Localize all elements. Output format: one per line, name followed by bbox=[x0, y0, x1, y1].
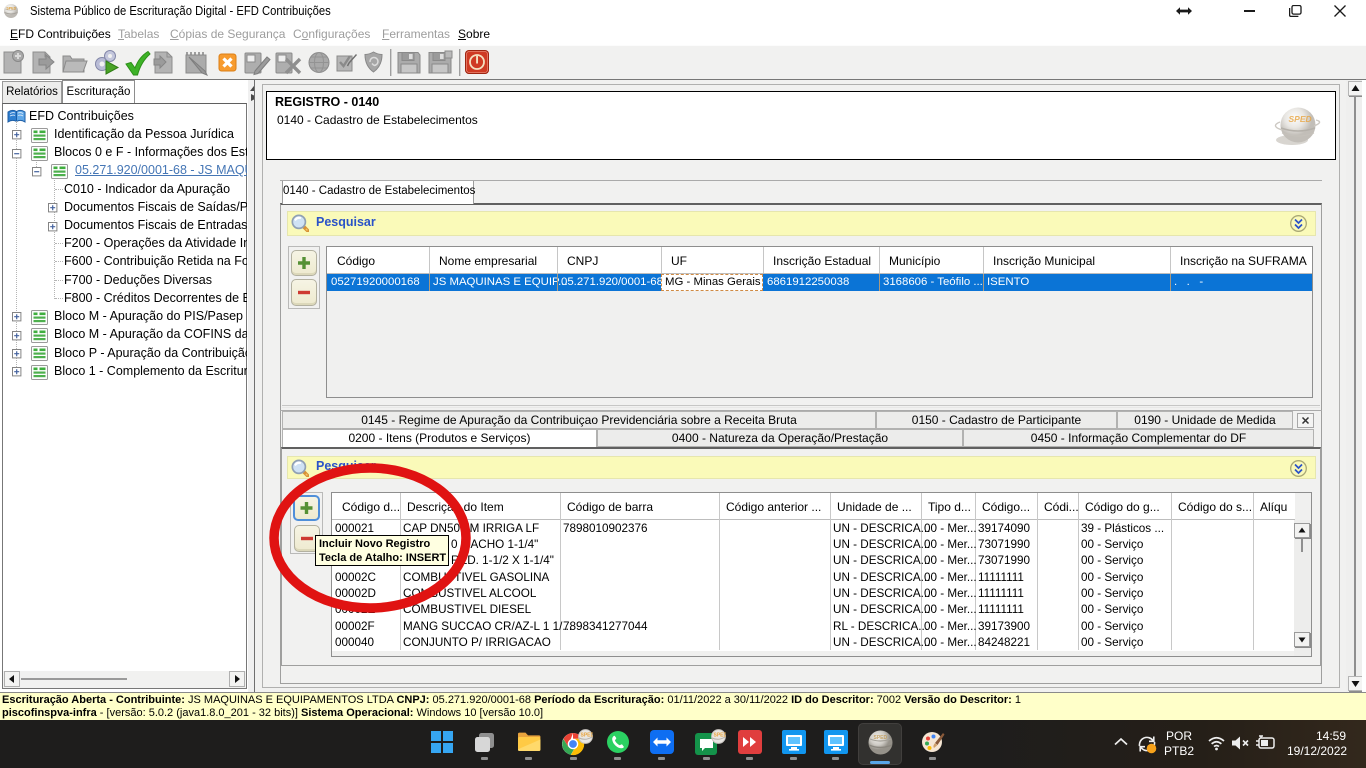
svg-text:SPED: SPED bbox=[581, 733, 594, 739]
svg-text:SPED: SPED bbox=[874, 735, 888, 741]
svg-text:SPED: SPED bbox=[6, 7, 16, 11]
svg-text:SPED: SPED bbox=[1289, 114, 1312, 124]
svg-text:SPED: SPED bbox=[714, 733, 727, 739]
